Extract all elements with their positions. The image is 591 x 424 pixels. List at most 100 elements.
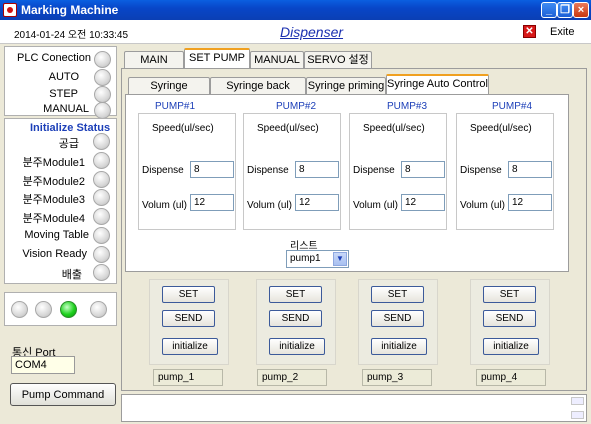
pump-control-group: SET SEND initialize xyxy=(149,279,229,365)
indicator-panel xyxy=(4,292,117,326)
volum-input[interactable]: 12 xyxy=(401,194,445,211)
init-item-label: 공급 xyxy=(58,138,79,150)
subtab-syringe-washing[interactable]: Syringe Washing xyxy=(128,77,210,109)
mode-manual-label: MANUAL xyxy=(43,103,89,115)
init-item-led xyxy=(93,171,110,188)
subtab-syringe-back-pump[interactable]: Syringe back pump xyxy=(210,77,306,109)
mode-auto-led xyxy=(94,69,111,86)
initialize-status-title: Initialize Status xyxy=(30,122,111,134)
minimize-icon[interactable]: _ xyxy=(541,2,557,18)
init-item-label: 분주Module3 xyxy=(22,194,85,206)
window-titlebar: Marking Machine _ ❐ × xyxy=(0,0,591,20)
indicator-led xyxy=(11,301,28,318)
scroll-up-icon[interactable] xyxy=(571,397,584,405)
init-item-label: 분주Module4 xyxy=(22,213,85,225)
init-item-led xyxy=(93,246,110,263)
initialize-button[interactable]: initialize xyxy=(269,338,325,355)
pump-title: PUMP#3 xyxy=(387,101,428,112)
volum-label: Volum (ul) xyxy=(247,200,293,211)
dispense-speed-input[interactable]: 8 xyxy=(295,161,339,178)
pump-name-field: pump_2 xyxy=(257,369,327,386)
init-item-led xyxy=(93,208,110,225)
pump-settings-group: Speed(ul/sec) Dispense 8 Volum (ul) 12 xyxy=(138,113,236,230)
volum-input[interactable]: 12 xyxy=(508,194,552,211)
window-title: Marking Machine xyxy=(21,3,119,17)
mode-auto-label: AUTO xyxy=(48,71,79,83)
init-item-label: Vision Ready xyxy=(22,248,87,260)
exit-button[interactable]: Exite xyxy=(550,26,574,38)
exit-icon[interactable]: ✕ xyxy=(523,25,536,38)
init-item-label: 분주Module2 xyxy=(22,176,85,188)
set-button[interactable]: SET xyxy=(371,286,424,303)
datetime-display: 2014-01-24 오전 10:33:45 xyxy=(14,30,129,41)
send-button[interactable]: SEND xyxy=(483,310,536,327)
volum-input[interactable]: 12 xyxy=(190,194,234,211)
mode-step-label: STEP xyxy=(49,88,78,100)
initialize-button[interactable]: initialize xyxy=(483,338,539,355)
dispense-speed-input[interactable]: 8 xyxy=(401,161,445,178)
init-item-led xyxy=(93,152,110,169)
pump-settings-group: Speed(ul/sec) Dispense 8 Volum (ul) 12 xyxy=(349,113,447,230)
send-button[interactable]: SEND xyxy=(269,310,322,327)
init-item-label: 배출 xyxy=(61,269,82,281)
dispense-label: Dispense xyxy=(247,165,289,176)
chevron-down-icon[interactable]: ▼ xyxy=(333,252,347,266)
volum-label: Volum (ul) xyxy=(353,200,399,211)
speed-label: Speed(ul/sec) xyxy=(363,123,425,134)
close-icon[interactable]: × xyxy=(573,2,589,18)
volum-label: Volum (ul) xyxy=(142,200,188,211)
send-button[interactable]: SEND xyxy=(162,310,215,327)
dispense-speed-input[interactable]: 8 xyxy=(190,161,234,178)
initialize-button[interactable]: initialize xyxy=(371,338,427,355)
pump-name-field: pump_4 xyxy=(476,369,546,386)
port-field[interactable]: COM4 xyxy=(11,356,75,374)
page-title: Dispenser xyxy=(280,24,344,40)
header-bar: 2014-01-24 오전 10:33:45 Dispenser ✕ Exite xyxy=(0,20,591,44)
speed-label: Speed(ul/sec) xyxy=(257,123,319,134)
pump-name-field: pump_3 xyxy=(362,369,432,386)
pump-title: PUMP#1 xyxy=(155,101,196,112)
dispense-label: Dispense xyxy=(460,165,502,176)
init-item-led xyxy=(93,227,110,244)
plc-connection-label: PLC Conection xyxy=(17,52,91,64)
pump-control-group: SET SEND initialize xyxy=(358,279,438,365)
init-item-led xyxy=(93,264,110,281)
init-item-label: 분주Module1 xyxy=(22,157,85,169)
dispense-speed-input[interactable]: 8 xyxy=(508,161,552,178)
set-button[interactable]: SET xyxy=(269,286,322,303)
pump-command-button[interactable]: Pump Command xyxy=(10,383,116,406)
pump-control-group: SET SEND initialize xyxy=(470,279,550,365)
tab-manual[interactable]: MANUAL xyxy=(250,51,304,69)
connection-status-panel: PLC Conection AUTO STEP MANUAL xyxy=(4,46,117,119)
indicator-led xyxy=(90,301,107,318)
pump-control-group: SET SEND initialize xyxy=(256,279,336,365)
log-panel[interactable] xyxy=(121,394,587,422)
init-item-label: Moving Table xyxy=(24,229,89,241)
plc-connection-led xyxy=(94,51,111,68)
scroll-down-icon[interactable] xyxy=(571,411,584,419)
init-item-led xyxy=(93,189,110,206)
volum-input[interactable]: 12 xyxy=(295,194,339,211)
subtab-syringe-priming[interactable]: Syringe priming xyxy=(306,77,386,95)
restore-icon[interactable]: ❐ xyxy=(557,2,573,18)
subtab-syringe-auto-control[interactable]: Syringe Auto Control xyxy=(386,74,489,95)
indicator-led-active xyxy=(60,301,77,318)
tab-set-pump[interactable]: SET PUMP xyxy=(184,48,250,69)
speed-label: Speed(ul/sec) xyxy=(152,123,214,134)
pump-name-field: pump_1 xyxy=(153,369,223,386)
indicator-led xyxy=(35,301,52,318)
pump-settings-group: Speed(ul/sec) Dispense 8 Volum (ul) 12 xyxy=(243,113,341,230)
set-button[interactable]: SET xyxy=(483,286,536,303)
set-button[interactable]: SET xyxy=(162,286,215,303)
mode-manual-led xyxy=(94,102,111,119)
app-icon xyxy=(3,3,17,17)
initialize-button[interactable]: initialize xyxy=(162,338,218,355)
tab-main[interactable]: MAIN xyxy=(124,51,184,69)
pump-list-selected: pump1 xyxy=(290,253,321,264)
dispense-label: Dispense xyxy=(142,165,184,176)
speed-label: Speed(ul/sec) xyxy=(470,123,532,134)
pump-list-select[interactable]: pump1 ▼ xyxy=(286,250,349,268)
send-button[interactable]: SEND xyxy=(371,310,424,327)
mode-step-led xyxy=(94,86,111,103)
tab-servo[interactable]: SERVO 설정 xyxy=(304,51,372,69)
